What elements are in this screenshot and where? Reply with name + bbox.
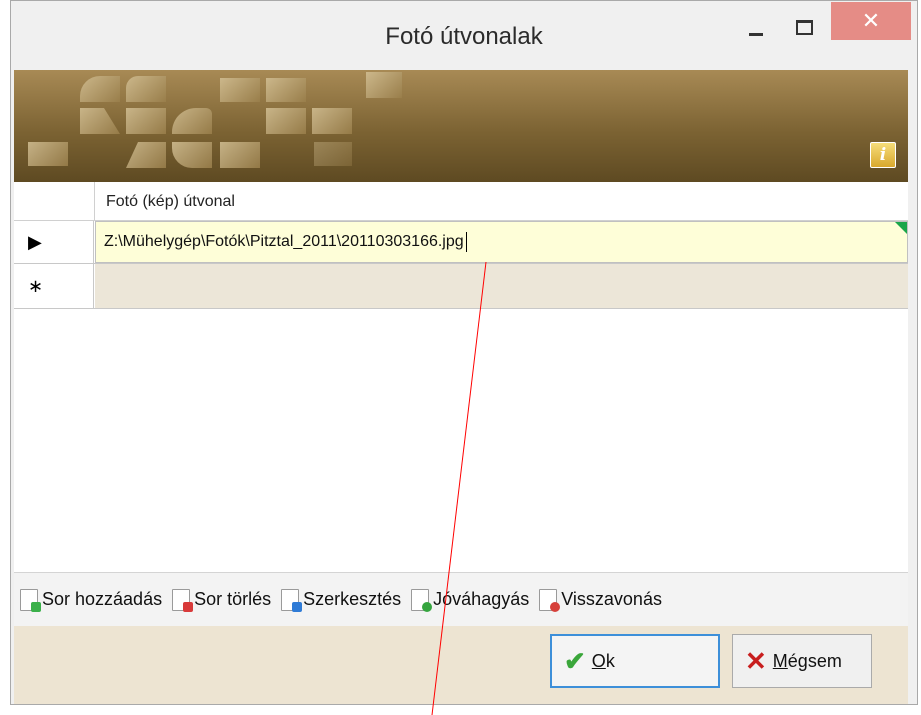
cancel-accelerator: M <box>772 650 788 671</box>
banner-tile <box>314 142 352 166</box>
banner-tile <box>266 78 306 102</box>
minimize-button[interactable] <box>741 9 771 45</box>
cancel-label: égsem <box>787 650 842 671</box>
dialog-footer: ✔ Ok ✕ Mégsem <box>14 626 908 704</box>
title-bar: Fotó útvonalak ✕ <box>11 1 917 81</box>
banner-tile <box>126 108 166 134</box>
ok-label: k <box>605 650 615 671</box>
cancel-button[interactable]: ✕ Mégsem <box>732 634 872 688</box>
add-row-button[interactable]: Sor hozzáadás <box>20 588 163 612</box>
undo-icon <box>539 588 561 612</box>
grid-header: Fotó (kép) útvonal <box>14 182 908 221</box>
undo-button[interactable]: Visszavonás <box>539 588 662 612</box>
photo-path-grid: Fotó (kép) útvonal ▶ Z:\Mühelygép\Fotók\… <box>14 182 908 572</box>
photo-path-cell[interactable]: Z:\Mühelygép\Fotók\Pitztal_2011\20110303… <box>95 221 908 263</box>
banner-tile <box>28 142 68 166</box>
info-icon[interactable]: i <box>870 142 896 168</box>
banner-tile <box>220 78 260 102</box>
new-row[interactable]: ∗ <box>14 264 908 309</box>
edit-label: Szerkesztés <box>303 589 402 609</box>
photo-path-value[interactable]: Z:\Mühelygép\Fotók\Pitztal_2011\20110303… <box>104 233 464 251</box>
window-title: Fotó útvonalak <box>385 23 543 50</box>
close-button[interactable]: ✕ <box>831 2 911 40</box>
table-row[interactable]: ▶ Z:\Mühelygép\Fotók\Pitztal_2011\201103… <box>14 221 908 264</box>
banner-tile <box>126 76 166 102</box>
text-cursor <box>465 232 467 252</box>
delete-row-icon <box>172 588 194 612</box>
new-row-cell[interactable] <box>95 264 908 308</box>
grid-toolbar: Sor hozzáadás Sor törlés Szerkesztés Jóv… <box>14 572 908 626</box>
header-banner: i <box>14 70 908 182</box>
banner-tile <box>366 72 402 98</box>
banner-tile <box>312 108 352 134</box>
ok-button[interactable]: ✔ Ok <box>550 634 720 688</box>
new-row-indicator[interactable]: ∗ <box>14 264 94 308</box>
delete-row-label: Sor törlés <box>194 589 272 609</box>
banner-tile <box>80 76 120 102</box>
ok-accelerator: O <box>591 650 606 671</box>
edit-icon <box>281 588 303 612</box>
confirm-label: Jóváhagyás <box>433 589 530 609</box>
confirm-button[interactable]: Jóváhagyás <box>411 588 530 612</box>
delete-row-button[interactable]: Sor törlés <box>172 588 272 612</box>
row-indicator[interactable]: ▶ <box>14 221 94 263</box>
cancel-x-icon: ✕ <box>745 645 767 676</box>
column-header-photo-path[interactable]: Fotó (kép) útvonal <box>106 193 235 211</box>
checkmark-icon: ✔ <box>564 645 586 676</box>
banner-tile <box>172 142 212 168</box>
maximize-button[interactable] <box>789 9 819 45</box>
banner-tile <box>220 142 260 168</box>
header-row-selector <box>14 182 95 220</box>
add-row-icon <box>20 588 41 612</box>
banner-tile <box>266 108 306 134</box>
banner-tile <box>80 108 120 134</box>
banner-tile <box>172 108 212 134</box>
undo-label: Visszavonás <box>561 589 662 609</box>
confirm-icon <box>411 588 433 612</box>
add-row-label: Sor hozzáadás <box>42 589 163 609</box>
banner-tile <box>126 142 166 168</box>
edit-button[interactable]: Szerkesztés <box>281 588 402 612</box>
